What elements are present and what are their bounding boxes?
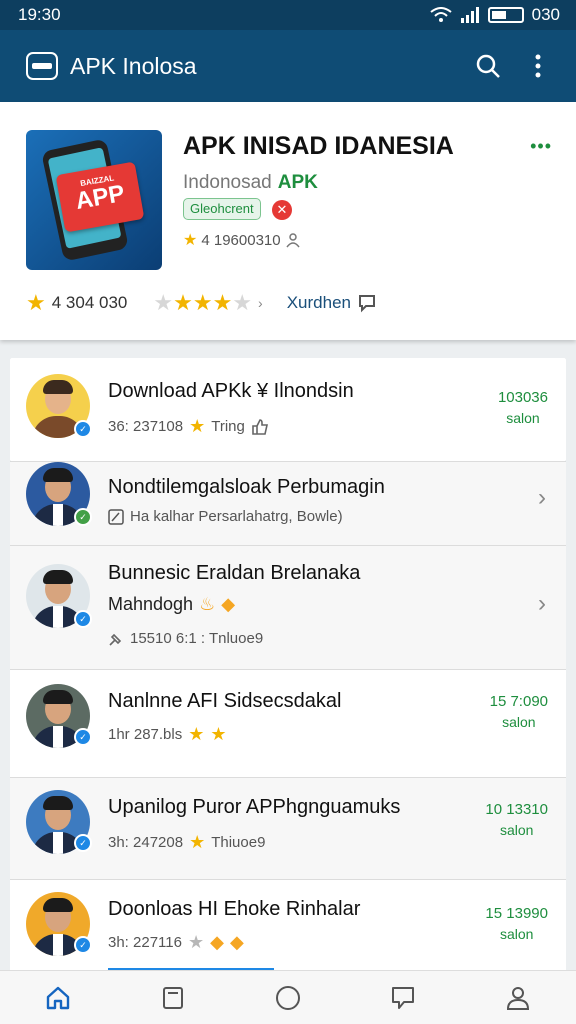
profile-icon bbox=[507, 986, 530, 1010]
item-stats: 15 7:090 salon bbox=[489, 693, 548, 730]
list-item[interactable]: ✓ Bunnesic Eraldan Brelanaka Mahndogh ♨ … bbox=[10, 546, 566, 670]
battery-icon bbox=[487, 7, 524, 23]
list-item[interactable]: ✓ Nondtilemgalsloak Perbumagin Ha kalhar… bbox=[10, 462, 566, 546]
home-icon bbox=[46, 986, 69, 1009]
flame-icon: ♨ bbox=[199, 594, 216, 614]
featured-app-card[interactable]: BAIZZAL APP APK INISAD IDANESIA ••• Indo… bbox=[0, 102, 576, 340]
bottom-navigation bbox=[0, 970, 576, 1024]
pin-icon bbox=[109, 633, 122, 646]
flame-icon: ◆ bbox=[210, 932, 224, 952]
verified-icon: ✓ bbox=[74, 610, 92, 628]
featured-stats-row: ★ 4 304 030 ★ ★ ★ ★ ★ › Xurdhen bbox=[26, 290, 556, 316]
app-logo-icon bbox=[26, 52, 58, 80]
book-icon bbox=[162, 986, 183, 1009]
item-title: Bunnesic Eraldan Brelanaka bbox=[108, 562, 361, 584]
star-icon: ★ bbox=[189, 832, 206, 852]
star-icon: ★ bbox=[192, 290, 213, 315]
item-meta: 3h: 247208 ★ Thiuoe9 bbox=[108, 832, 266, 852]
star-icon: ★ bbox=[210, 724, 227, 744]
status-bar: 19:30 030 bbox=[0, 0, 576, 30]
nav-library[interactable] bbox=[143, 976, 203, 1020]
app-bar: APK Inolosa bbox=[0, 30, 576, 102]
featured-more-button[interactable]: ••• bbox=[530, 136, 552, 157]
nav-profile[interactable] bbox=[488, 976, 548, 1020]
flame-icon: ◆ bbox=[221, 594, 236, 614]
status-time: 19:30 bbox=[18, 5, 61, 24]
list-item[interactable]: ✓ Nanlnne AFI Sidsecsdakal 1hr 287.bls ★… bbox=[10, 670, 566, 778]
star-icon: ★ bbox=[188, 724, 205, 744]
app-badge: BAIZZAL APP bbox=[55, 161, 145, 233]
verified-icon: ✓ bbox=[74, 508, 92, 526]
featured-title: APK INISAD IDANESIA bbox=[183, 132, 454, 160]
featured-app-icon: BAIZZAL APP bbox=[26, 130, 162, 270]
list-item[interactable]: ✓ Upanilog Puror APPhgnguamuks 3h: 24720… bbox=[10, 778, 566, 880]
reviews-link[interactable]: Xurdhen bbox=[287, 293, 351, 313]
search-icon bbox=[476, 54, 500, 78]
chevron-right-icon: › bbox=[538, 484, 546, 511]
star-icon: ★ bbox=[26, 290, 46, 315]
star-icon: ★ bbox=[187, 932, 205, 952]
chevron-right-icon: › bbox=[538, 590, 546, 617]
thumb-icon bbox=[252, 418, 268, 435]
item-title: Doonloas HI Ehoke Rinhalar bbox=[108, 898, 361, 920]
circle-icon bbox=[275, 985, 300, 1010]
featured-rating: ★ 4 19600310 bbox=[183, 230, 301, 250]
flame-icon: ◆ bbox=[229, 932, 244, 952]
more-options-button[interactable] bbox=[518, 46, 558, 86]
star-icon: ★ bbox=[189, 416, 206, 436]
app-list: ✓ Download APKk ¥ Ilnondsin 36: 237108 ★… bbox=[10, 358, 566, 970]
featured-tag: Gleohcrent bbox=[183, 198, 261, 220]
item-title: Nanlnne AFI Sidsecsdakal bbox=[108, 690, 342, 712]
item-title: Nondtilemgalsloak Perbumagin bbox=[108, 476, 385, 498]
item-title: Download APKk ¥ Ilnondsin bbox=[108, 380, 354, 402]
item-line2: Mahndogh ♨ ◆ bbox=[108, 594, 236, 614]
chat-icon bbox=[392, 986, 415, 1009]
status-right-text: 030 bbox=[531, 5, 560, 24]
list-item[interactable]: ✓ Download APKk ¥ Ilnondsin 36: 237108 ★… bbox=[10, 358, 566, 462]
star-icon: ★ bbox=[212, 290, 233, 315]
nav-home-circle[interactable] bbox=[258, 976, 318, 1020]
more-vert-icon bbox=[535, 54, 541, 78]
item-meta: 15510 6:1 : Tnluoe9 bbox=[108, 630, 263, 647]
verified-icon: ✓ bbox=[74, 420, 92, 438]
item-subtitle: Ha kalhar Persarlahatrg, Bowle) bbox=[108, 508, 343, 525]
item-stats: 103036 salon bbox=[497, 389, 548, 426]
featured-subtitle-accent: APK bbox=[277, 172, 318, 193]
nav-messages[interactable] bbox=[373, 976, 433, 1020]
rating-count: 4 304 030 bbox=[51, 293, 128, 312]
star-empty-icon: ★ bbox=[232, 290, 253, 315]
wifi-icon bbox=[430, 7, 452, 22]
chevron-right-icon: › bbox=[258, 295, 263, 311]
item-title: Upanilog Puror APPhgnguamuks bbox=[108, 796, 401, 818]
item-stats: 10 13310 salon bbox=[485, 801, 548, 838]
item-meta: 3h: 227116 ★ ◆ ◆ bbox=[108, 932, 244, 952]
featured-subtitle: Indonosad APK bbox=[183, 172, 318, 193]
verified-icon: ✓ bbox=[74, 728, 92, 746]
item-meta: 36: 237108 ★ Tring bbox=[108, 416, 269, 437]
app-title: APK Inolosa bbox=[70, 52, 197, 79]
list-item[interactable]: ✓ Doonloas HI Ehoke Rinhalar 3h: 227116 … bbox=[10, 880, 566, 970]
edit-icon bbox=[108, 508, 124, 525]
nav-home[interactable] bbox=[28, 976, 88, 1020]
star-empty-icon: ★ bbox=[153, 290, 174, 315]
item-meta: 1hr 287.bls ★ ★ bbox=[108, 724, 227, 744]
comment-icon bbox=[359, 295, 375, 313]
person-icon bbox=[285, 233, 300, 248]
star-icon: ★ bbox=[173, 290, 193, 315]
item-stats: 15 13990 salon bbox=[485, 905, 548, 942]
close-icon[interactable]: ✕ bbox=[272, 200, 292, 220]
search-button[interactable] bbox=[468, 46, 508, 86]
verified-icon: ✓ bbox=[74, 936, 92, 954]
star-icon: ★ bbox=[183, 232, 198, 249]
verified-icon: ✓ bbox=[74, 834, 92, 852]
signal-icon bbox=[460, 7, 479, 23]
